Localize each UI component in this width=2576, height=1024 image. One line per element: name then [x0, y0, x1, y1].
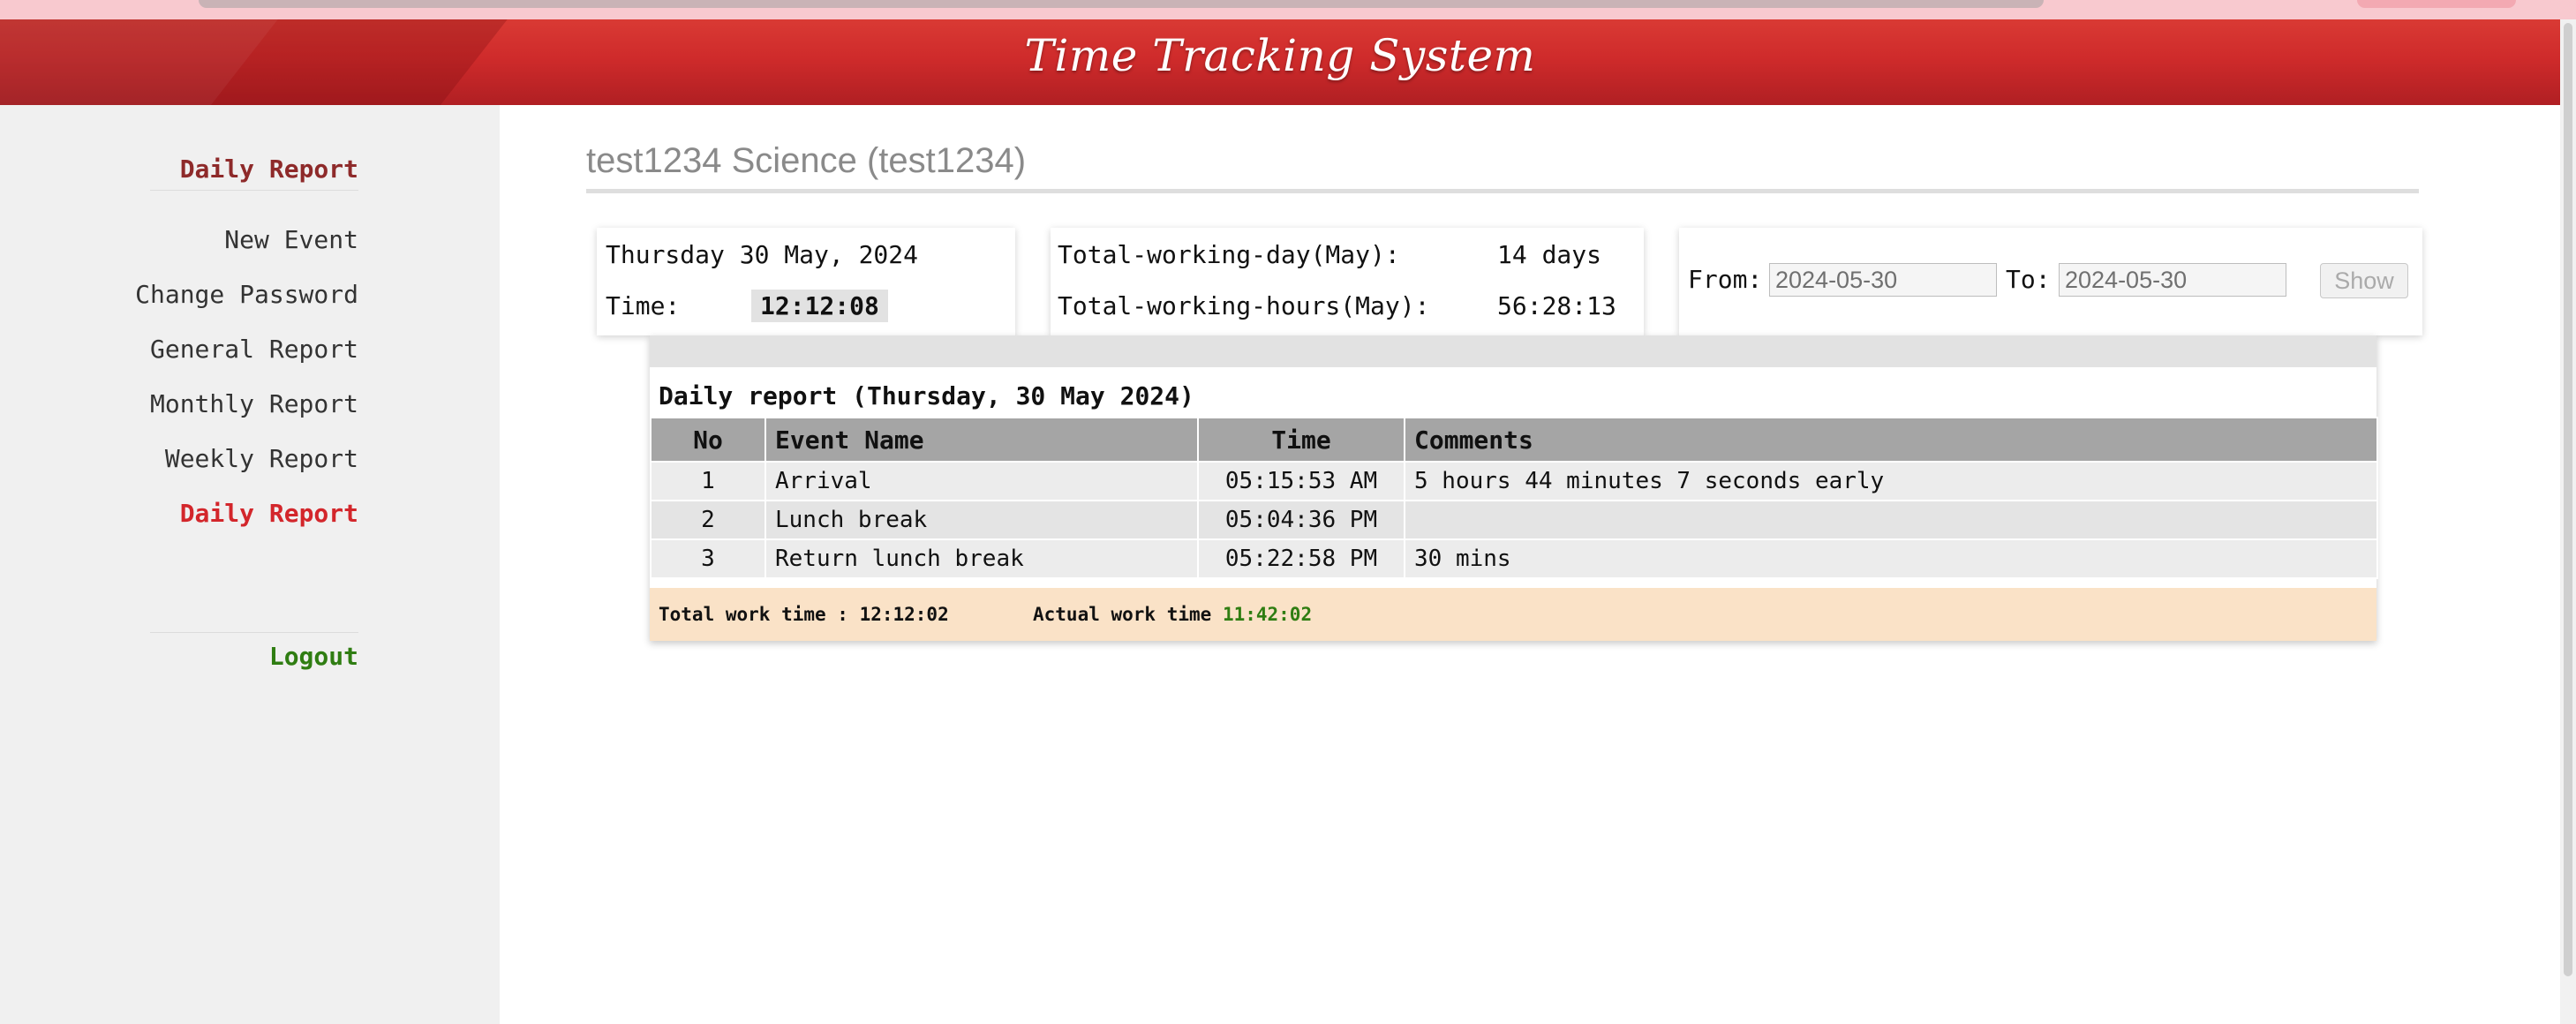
event-comment: 30 mins [1404, 538, 2378, 579]
table-row: 2 Lunch break 05:04:36 PM [650, 500, 2378, 540]
table-header-row: No Event Name Time Comments [650, 417, 2378, 463]
actual-work-time: Actual work time 11:42:02 [1033, 604, 1312, 625]
sidebar-item-monthly-report[interactable]: Monthly Report [150, 389, 358, 418]
actual-work-time-label: Actual work time [1033, 604, 1212, 625]
from-label: From: [1688, 265, 1763, 294]
sidebar-item-general-report[interactable]: General Report [150, 335, 358, 364]
event-time: 05:22:58 PM [1197, 538, 1405, 579]
event-name: Arrival [765, 461, 1199, 501]
working-days-value: 14 days [1497, 240, 1602, 269]
time-label: Time: [606, 291, 681, 320]
row-number: 3 [650, 538, 766, 579]
logout-link[interactable]: Logout [269, 642, 358, 671]
working-hours-label: Total-working-hours(May): [1058, 291, 1430, 320]
event-comment: 5 hours 44 minutes 7 seconds early [1404, 461, 2378, 501]
current-time: 12:12:08 [751, 290, 888, 322]
report-summary-bar: Total work time : 12:12:02 Actual work t… [650, 588, 2376, 641]
sidebar-divider [150, 190, 358, 191]
row-number: 2 [650, 500, 766, 540]
address-bar[interactable] [199, 0, 2044, 8]
browser-control[interactable] [2357, 0, 2516, 8]
show-button[interactable]: Show [2320, 263, 2408, 298]
table-row: 1 Arrival 05:15:53 AM 5 hours 44 minutes… [650, 461, 2378, 501]
column-header-comments: Comments [1404, 417, 2378, 463]
row-number: 1 [650, 461, 766, 501]
to-label: To: [2006, 265, 2051, 294]
total-work-time: Total work time : 12:12:02 [659, 604, 949, 625]
app-title: Time Tracking System [1024, 30, 1536, 81]
report-table: No Event Name Time Comments 1 Arrival 05… [650, 417, 2378, 579]
page-scrollbar[interactable] [2560, 19, 2576, 1024]
app-header: Time Tracking System [0, 19, 2560, 105]
sidebar-item-new-event[interactable]: New Event [224, 225, 358, 254]
event-comment [1404, 500, 2378, 540]
daily-report-panel: Daily report (Thursday, 30 May 2024) No … [650, 335, 2378, 641]
current-date: Thursday 30 May, 2024 [606, 240, 919, 269]
sidebar-divider [150, 632, 358, 633]
browser-top-strip [0, 0, 2576, 19]
sidebar-item-weekly-report[interactable]: Weekly Report [165, 444, 358, 473]
scrollbar-thumb[interactable] [2564, 23, 2572, 976]
actual-work-time-value: 11:42:02 [1222, 604, 1313, 625]
report-top-bar [650, 335, 2376, 367]
date-time-card: Thursday 30 May, 2024 Time: 12:12:08 [597, 228, 1015, 335]
title-divider [586, 189, 2419, 193]
working-hours-value: 56:28:13 [1497, 291, 1616, 320]
column-header-event-name: Event Name [765, 417, 1199, 463]
monthly-totals-card: Total-working-day(May): 14 days Total-wo… [1051, 228, 1644, 335]
event-time: 05:15:53 AM [1197, 461, 1405, 501]
column-header-time: Time [1197, 417, 1405, 463]
sidebar-item-change-password[interactable]: Change Password [135, 280, 358, 309]
working-days-label: Total-working-day(May): [1058, 240, 1400, 269]
from-date-input[interactable]: 2024-05-30 [1769, 263, 1997, 297]
event-time: 05:04:36 PM [1197, 500, 1405, 540]
column-header-no: No [650, 417, 766, 463]
event-name: Lunch break [765, 500, 1199, 540]
table-row: 3 Return lunch break 05:22:58 PM 30 mins [650, 538, 2378, 579]
report-title: Daily report (Thursday, 30 May 2024) [659, 381, 1194, 410]
event-name: Return lunch break [765, 538, 1199, 579]
date-filter-card: From: 2024-05-30 To: 2024-05-30 Show [1679, 228, 2422, 335]
to-date-input[interactable]: 2024-05-30 [2059, 263, 2286, 297]
sidebar-item-daily-report[interactable]: Daily Report [180, 499, 358, 528]
sidebar: Daily Report New Event Change Password G… [0, 105, 500, 1024]
page-title: test1234 Science (test1234) [586, 141, 1027, 180]
sidebar-current-section[interactable]: Daily Report [180, 154, 358, 184]
